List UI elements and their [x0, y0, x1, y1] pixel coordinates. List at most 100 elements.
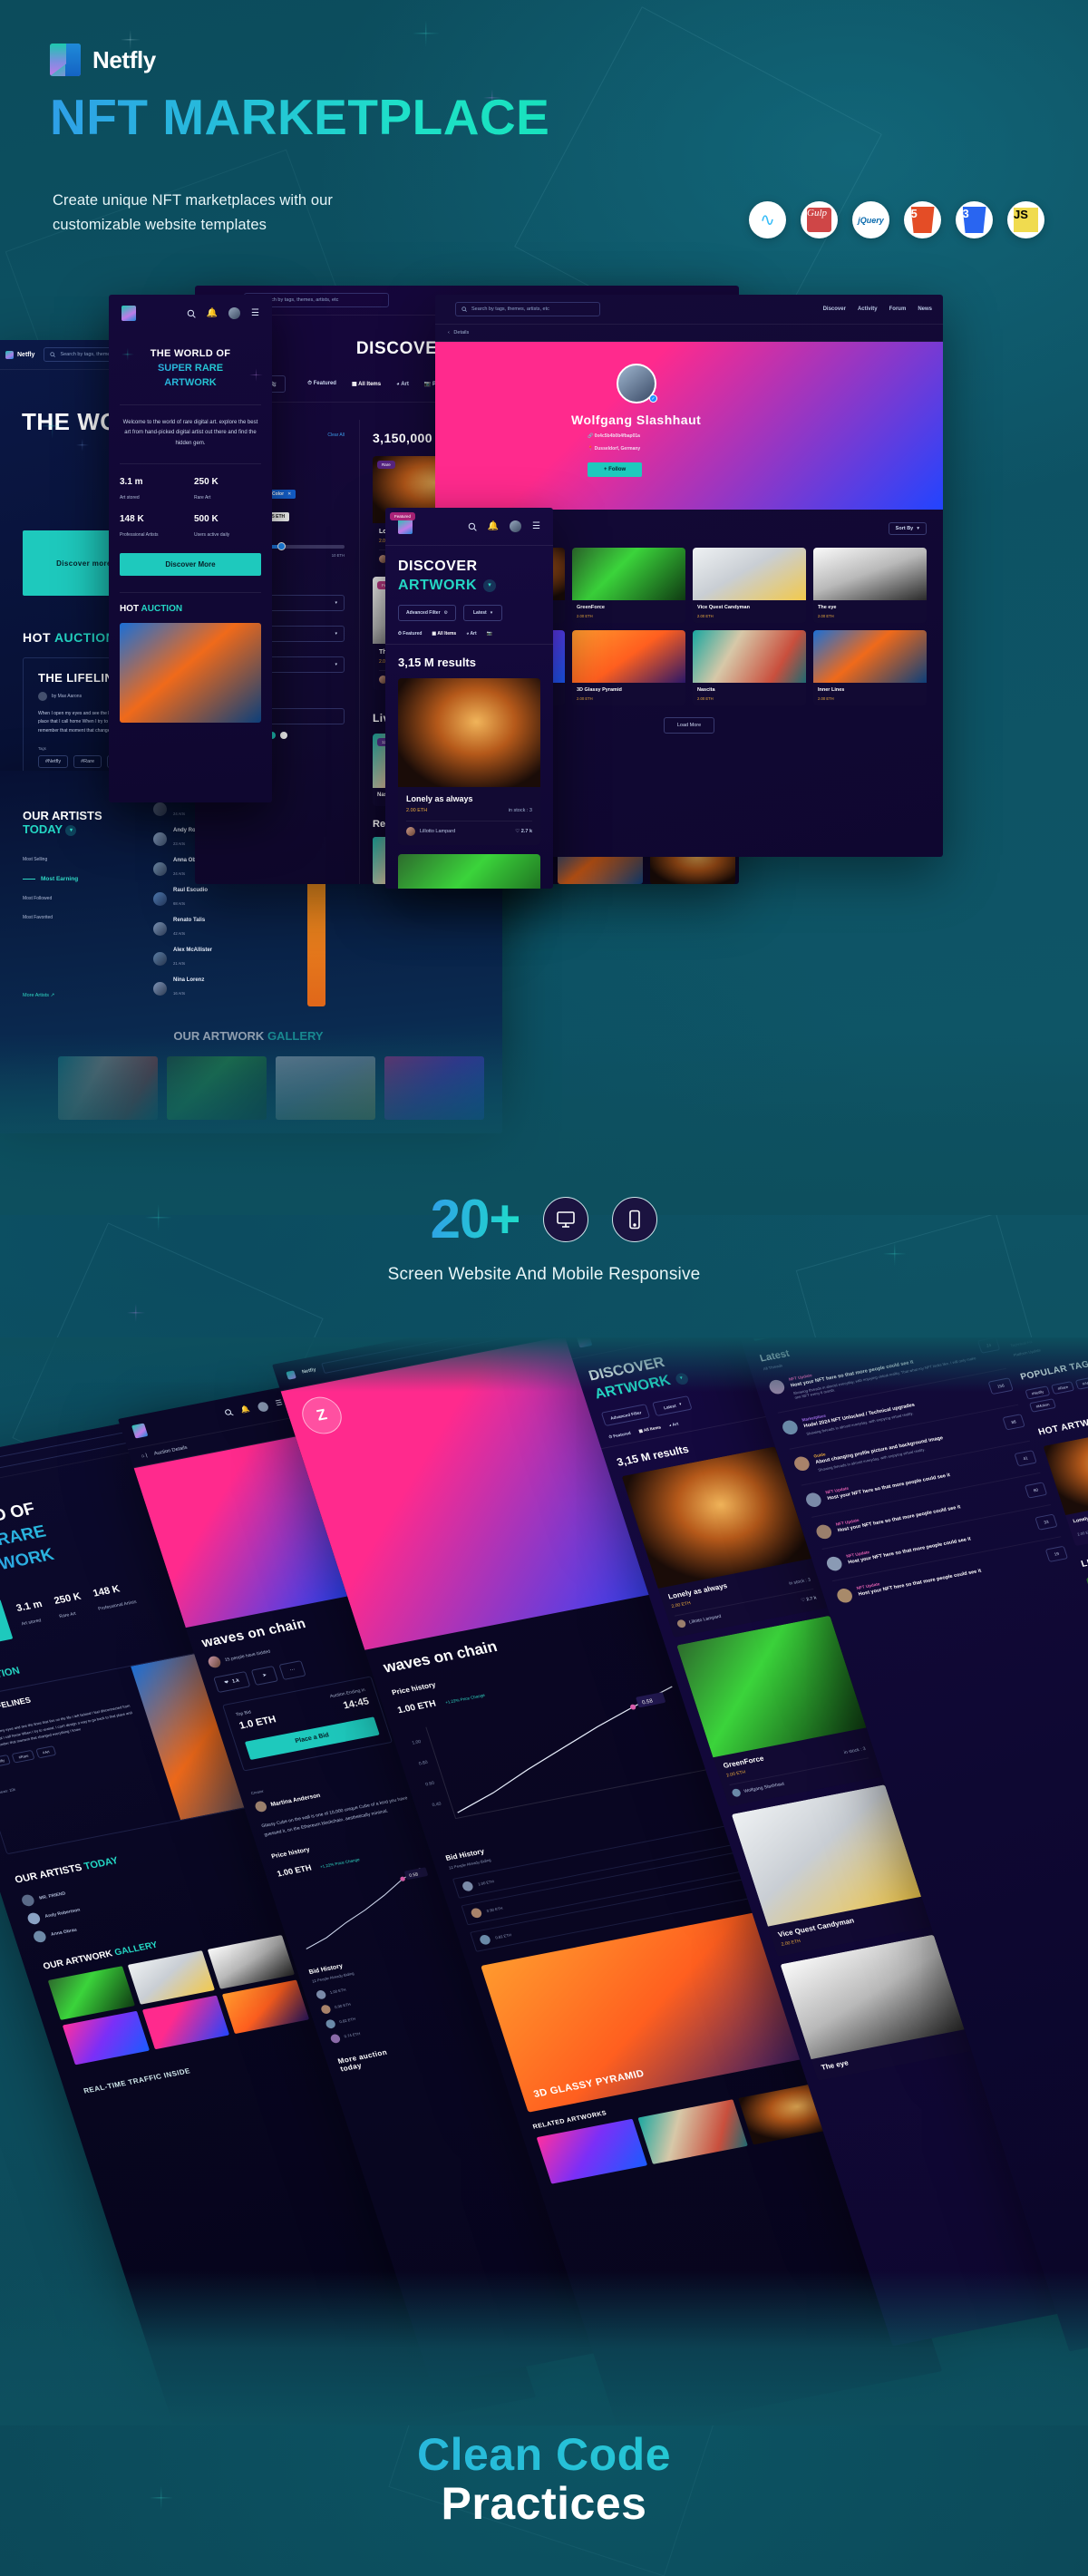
tag-netfly[interactable]: #Netfly [38, 754, 69, 768]
mobile-hero-line1: THE WORLD OF [150, 348, 231, 359]
persp-stat-2: 148 K Professional Artists [92, 1583, 138, 1612]
thread-count: 88 [1002, 1414, 1025, 1431]
mobile-tab-featured[interactable]: ⏱ Featured [398, 631, 422, 637]
artist-filter-0[interactable]: Most Selling [23, 857, 78, 862]
share-button[interactable]: ➤ [250, 1666, 278, 1686]
artwork-card[interactable]: Vice Quest Candyman 2.00 ETH [693, 548, 806, 623]
swatch-white[interactable] [280, 732, 287, 739]
mobile-tab-art[interactable]: ◕ Art [466, 631, 476, 637]
artwork-price: 2.00 ETH [1076, 1529, 1088, 1537]
list-item[interactable]: Renato Talis 42 Arts [153, 918, 307, 939]
mobile-artwork-card-2[interactable]: Featured GreenForce [390, 512, 540, 889]
mobile-stat-2: 148 K Professional Artists [120, 514, 159, 539]
artwork-card[interactable]: 3D Glassy Pyramid 2.00 ETH [572, 630, 685, 705]
tag-rare[interactable]: #Rare [73, 754, 102, 768]
artwork-name: Lonely as always [406, 794, 473, 803]
search-icon[interactable] [223, 1408, 234, 1417]
nav-search-input[interactable]: Search by tags, themes, artists, etc [455, 302, 600, 316]
related-thumb[interactable] [536, 2118, 647, 2184]
mobile-tab-all[interactable]: ▦ All Items [432, 631, 456, 637]
gallery-thumb[interactable] [167, 1056, 267, 1120]
chevron-down-icon[interactable]: ▾ [483, 579, 497, 592]
more-button[interactable]: ⋯ [278, 1660, 307, 1681]
tag-art[interactable]: #Art [35, 1745, 57, 1759]
mobile-sort-dropdown[interactable]: Latest ▾ [463, 605, 503, 621]
load-more-button[interactable]: Load More [663, 717, 715, 734]
list-item[interactable]: Alex McAllister 21 Arts [153, 948, 307, 969]
avatar[interactable] [510, 520, 522, 532]
popular-tag[interactable]: #Motion [1028, 1398, 1056, 1413]
profile-location: 📍 Dusseldorf, Germany [588, 446, 641, 452]
gallery-thumb[interactable] [384, 1056, 484, 1120]
sort-by-dropdown[interactable]: Sort By ▾ [888, 522, 927, 535]
more-artists-link[interactable]: More Artists ↗ [23, 993, 54, 998]
mockup-collage: Netfly Search by tags, themes, artists, … [0, 286, 1088, 1215]
hero-subtitle-line1: Create unique NFT marketplaces with our [53, 192, 333, 209]
artwork-price: 2.00 ETH [781, 1939, 801, 1948]
tab-featured[interactable]: ⏱ Featured [608, 1431, 632, 1440]
artwork-card[interactable]: Inner Lines 2.00 ETH [813, 630, 927, 705]
mobile-results-count: 3,15 M results [398, 656, 476, 669]
mobile-discover-more-button[interactable]: Discover More [120, 553, 261, 577]
artwork-author: Lillotto Lampard [688, 1613, 723, 1626]
zoom-icon[interactable]: Z [296, 1394, 347, 1438]
list-item[interactable]: Raul Escudio 68 Arts [153, 888, 307, 909]
avatar[interactable] [228, 307, 241, 319]
nav-links[interactable]: Discover Activity Forum News [823, 306, 932, 312]
mobile-tab-photo[interactable]: 📷 [487, 631, 492, 637]
menu-icon[interactable]: ☰ [275, 1398, 284, 1409]
mockup-mobile-discover[interactable]: 🔔 ☰ DISCOVER ARTWORK ▾ Advanced Filter ⚙… [385, 508, 553, 889]
bell-icon[interactable]: 🔔 [239, 1405, 251, 1415]
nav-logo[interactable]: Netfly [5, 350, 34, 359]
clear-all-button[interactable]: Clear All [327, 433, 345, 438]
tab-featured[interactable]: ⏱ Featured [307, 381, 336, 387]
gallery-thumb[interactable] [276, 1056, 375, 1120]
search-icon[interactable] [468, 522, 477, 531]
search-icon[interactable] [187, 309, 196, 318]
artist-filter-3[interactable]: Most Favorited [23, 915, 78, 920]
related-thumb[interactable] [637, 2099, 749, 2165]
avatar [675, 1619, 687, 1628]
follow-button[interactable]: + Follow [588, 462, 643, 477]
persp-views: Views: 10k [0, 1786, 16, 1795]
chevron-down-icon-2[interactable]: ▾ [65, 824, 77, 836]
breadcrumb[interactable]: ‹ Details [435, 325, 943, 342]
artist-filter-1[interactable]: Most Earning [23, 876, 78, 882]
mobile-auction-art[interactable] [120, 623, 261, 724]
list-item[interactable]: Nina Lorenz 16 Arts [153, 977, 307, 999]
tab-art[interactable]: ◕ Art [396, 382, 409, 387]
avatar [153, 802, 167, 816]
artwork-card[interactable]: GreenForce 2.00 ETH [572, 548, 685, 623]
mockup-mobile-home[interactable]: 🔔 ☰ THE WORLD OF SUPER RARE ARTWORK Welc… [109, 295, 272, 802]
artwork-card[interactable]: The eye 2.00 ETH [813, 548, 927, 623]
gallery-thumb[interactable] [58, 1056, 158, 1120]
tag-rare[interactable]: #Rare [11, 1749, 35, 1764]
like-button[interactable]: ❤ 1.k [213, 1670, 251, 1694]
bell-icon[interactable]: 🔔 [207, 308, 218, 318]
avatar [38, 692, 47, 701]
artwork-card[interactable]: Nascita 2.00 ETH [693, 630, 806, 705]
netfly-mark-icon[interactable] [121, 306, 136, 321]
gallery-thumb[interactable] [127, 1950, 216, 2005]
menu-icon[interactable]: ☰ [532, 521, 540, 531]
slider-handle[interactable] [277, 542, 286, 550]
search-icon [461, 306, 467, 312]
bell-icon[interactable]: 🔔 [488, 521, 499, 531]
artist-filter-2[interactable]: Most Followed [23, 896, 78, 901]
avatar[interactable] [256, 1401, 270, 1413]
avatar [835, 1587, 855, 1604]
tab-all-items[interactable]: ▦ All Items [638, 1424, 662, 1434]
mobile-artwork-card[interactable]: Rare Lonely as always 2.00 ETH in stock … [390, 512, 540, 845]
clean-code-line1: Clean Code [0, 2430, 1088, 2479]
gallery-thumb[interactable] [207, 1935, 296, 1989]
gallery-thumb[interactable] [47, 1966, 136, 2020]
netfly-mark-icon[interactable] [131, 1423, 149, 1439]
chevron-down-icon: ▾ [335, 631, 337, 637]
tab-art[interactable]: ◕ Art [668, 1422, 679, 1429]
menu-icon[interactable]: ☰ [251, 308, 259, 318]
mobile-advanced-filter[interactable]: Advanced Filter ⚙ [398, 605, 456, 621]
tab-all-items[interactable]: ▦ All Items [352, 381, 381, 387]
netfly-mark-icon[interactable] [398, 519, 413, 534]
clean-code-line2: Practices [441, 2478, 647, 2529]
tag-netfly[interactable]: #Netfly [0, 1754, 12, 1768]
